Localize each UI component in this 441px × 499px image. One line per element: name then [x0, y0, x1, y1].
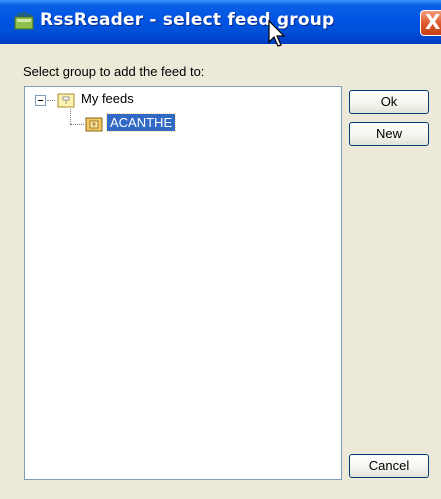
tree-connector — [70, 109, 71, 124]
prompt-label: Select group to add the feed to: — [23, 64, 205, 79]
title-bar[interactable]: RssReader - select feed group X — [0, 0, 441, 47]
collapse-icon[interactable] — [35, 95, 46, 106]
folder-icon — [57, 93, 75, 108]
close-button[interactable]: X — [420, 10, 441, 36]
close-icon: X — [425, 10, 441, 34]
dialog-window: RssReader - select feed group X Select g… — [0, 0, 441, 499]
feed-group-tree[interactable]: My feeds ACANTHE — [24, 86, 342, 480]
folder-icon — [85, 117, 103, 132]
window-title: RssReader - select feed group — [40, 10, 335, 30]
ok-button[interactable]: Ok — [349, 90, 429, 114]
tree-node-my-feeds[interactable]: My feeds — [81, 91, 134, 106]
tree-node-acanthe[interactable]: ACANTHE — [105, 113, 177, 132]
tree-connector — [70, 124, 84, 125]
mouse-pointer-icon — [268, 20, 286, 47]
new-button[interactable]: New — [349, 122, 429, 146]
tree-connector — [47, 100, 55, 101]
rss-app-icon — [14, 12, 34, 30]
cancel-button[interactable]: Cancel — [349, 454, 429, 478]
